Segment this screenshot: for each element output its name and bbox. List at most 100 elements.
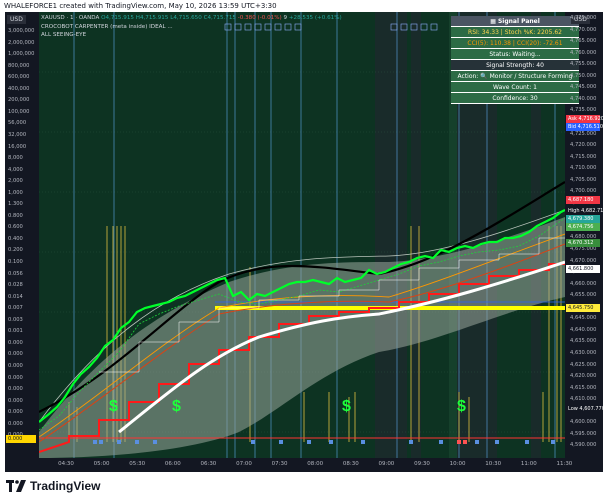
left-axis-label: 16,000 — [8, 143, 27, 150]
low-value: L4,715.650 — [170, 15, 202, 21]
time-tick: 06:30 — [200, 461, 217, 467]
high-value: H4,715.915 — [135, 15, 169, 21]
right-axis-label: 4,615.000 — [570, 384, 597, 391]
time-tick: 07:30 — [271, 461, 288, 467]
time-tick: 11:00 — [520, 461, 537, 467]
cci-readout: CCI(5): 110.38 | CCI(20): -72.61 — [451, 38, 579, 49]
left-axis-label: 2,000 — [8, 178, 23, 185]
left-axis-label: 1,000,000 — [8, 51, 35, 58]
right-axis-label: 4,740.000 — [570, 95, 597, 102]
rsi-readout: RSI: 34.33 | Stoch %K: 2205.62 — [451, 27, 579, 38]
confidence-readout: Confidence: 30 — [451, 93, 579, 104]
right-axis-label: 4,660.000 — [570, 280, 597, 287]
right-axis-label: 4,670.000 — [570, 257, 597, 264]
left-axis-label: 0.800 — [8, 212, 23, 219]
status-readout: Status: Waiting... — [451, 49, 579, 60]
price-tag: 4,674.756 — [566, 223, 600, 231]
left-axis-label: 0.000 — [8, 420, 23, 427]
indicator-legend-eye[interactable]: ALL SEEING-EYE — [41, 32, 86, 38]
right-axis-label: 4,610.000 — [570, 396, 597, 403]
time-tick: 05:30 — [129, 461, 146, 467]
tradingview-logo-icon — [6, 480, 26, 492]
signal-panel-title: ▦ Signal Panel — [451, 16, 579, 27]
left-axis-label: 0.000 — [8, 409, 23, 416]
right-axis-label: 4,720.000 — [570, 142, 597, 149]
right-axis-label: 4,620.000 — [570, 373, 597, 380]
left-axis-label: 0.600 — [8, 224, 23, 231]
price-tag: Bid 4,716.510 — [566, 123, 603, 131]
left-axis-tag: 0.000 — [6, 435, 36, 443]
right-axis-label: 4,750.000 — [570, 72, 597, 79]
left-axis-label: 1,000 — [8, 189, 23, 196]
extra-change: +28.535 (+0.61%) — [288, 15, 342, 21]
left-axis-label: 0.007 — [8, 305, 23, 312]
right-axis-label: 4,655.000 — [570, 292, 597, 299]
left-axis-label: 600,000 — [8, 74, 30, 81]
left-axis-label: 0.000 — [8, 386, 23, 393]
right-axis-label: 4,635.000 — [570, 338, 597, 345]
right-axis-label: 4,770.000 — [570, 26, 597, 33]
signal-panel: ▦ Signal Panel RSI: 34.33 | Stoch %K: 22… — [451, 16, 579, 118]
left-axis-label: 400,000 — [8, 85, 30, 92]
time-tick: 08:00 — [307, 461, 324, 467]
buy-signal-marker: $ — [172, 398, 181, 415]
right-axis-label: 4,700.000 — [570, 188, 597, 195]
tradingview-wordmark: TradingView — [30, 479, 101, 493]
left-axis-label: 0.000 — [8, 339, 23, 346]
volume-value: 9 — [283, 15, 288, 21]
left-axis-label: 0.100 — [8, 259, 23, 265]
time-tick: 07:00 — [236, 461, 252, 467]
right-axis-label: 4,625.000 — [570, 361, 597, 368]
left-axis-label: 0.028 — [8, 282, 23, 289]
left-axis-label: 0.001 — [8, 328, 23, 335]
left-axis-label: 0.014 — [8, 293, 23, 300]
left-axis-label: 100,000 — [8, 108, 30, 115]
left-axis-label: 56,000 — [8, 120, 27, 127]
chart-frame[interactable]: $ $ $ $ XAUUSD · 1 · OANDA O4,715.915 H4… — [5, 12, 603, 472]
action-readout: Action: 🔍 Monitor / Structure Forming — [451, 71, 579, 82]
change-value: -0.380 (-0.01%) — [237, 15, 282, 21]
left-axis-label: 0.200 — [8, 247, 23, 254]
price-tag: Ask 4,716.920 — [566, 115, 603, 123]
time-tick: 05:00 — [93, 461, 110, 467]
buy-signal-marker: $ — [457, 398, 466, 415]
right-axis-label: 4,735.000 — [570, 107, 597, 114]
time-tick: 09:00 — [378, 461, 395, 467]
price-tag: High 4,682.715 — [566, 207, 603, 215]
wave-readout: Wave Count: 1 — [451, 82, 579, 93]
symbol-legend[interactable]: XAUUSD · 1 · OANDA O4,715.915 H4,715.915… — [41, 15, 342, 21]
left-currency-label[interactable]: USD — [7, 15, 26, 24]
left-axis-label: 8,000 — [8, 155, 23, 162]
buy-signal-marker: $ — [109, 398, 118, 415]
right-axis-label: 4,705.000 — [570, 176, 597, 183]
right-axis-label: 4,595.000 — [570, 430, 597, 437]
close-value: C4,715.715 — [203, 15, 236, 21]
right-axis-label: 4,765.000 — [570, 38, 597, 45]
left-axis-label: 0.000 — [8, 374, 23, 381]
left-axis-label: 800,000 — [8, 62, 30, 69]
time-tick: 10:00 — [449, 461, 466, 467]
left-axis-label: 4,000 — [8, 166, 23, 173]
left-axis-label: 0.000 — [8, 397, 23, 404]
left-axis-label: 200,000 — [8, 97, 30, 104]
price-tag: 4,661.800 — [566, 265, 600, 273]
right-axis-label: 4,715.000 — [570, 153, 597, 160]
right-axis-label: 4,775.000 — [570, 15, 597, 21]
left-axis-label: 1.300 — [8, 201, 23, 208]
right-axis-label: 4,590.000 — [570, 442, 597, 449]
right-axis-label: 4,640.000 — [570, 326, 597, 333]
price-tag: 4,670.312 — [566, 239, 600, 247]
left-axis-label: 0.056 — [8, 270, 23, 277]
right-axis-label: 4,600.000 — [570, 419, 597, 426]
right-axis-label: 4,755.000 — [570, 61, 597, 68]
left-axis-label: 32,000 — [8, 131, 27, 138]
right-axis-label: 4,710.000 — [570, 165, 597, 172]
indicator-legend-crocobot[interactable]: CROCOBOT CARPENTER (meta inside) IDEAL .… — [41, 24, 173, 30]
price-tag: 4,687.180 — [566, 196, 600, 204]
time-tick: 09:30 — [414, 461, 430, 467]
symbol-name[interactable]: XAUUSD · 1 · OANDA — [41, 15, 99, 21]
strength-readout: Signal Strength: 40 — [451, 60, 579, 71]
buy-signal-marker: $ — [342, 398, 351, 415]
right-axis-label: 4,725.000 — [570, 130, 597, 137]
left-axis-label: 0.400 — [8, 235, 23, 242]
